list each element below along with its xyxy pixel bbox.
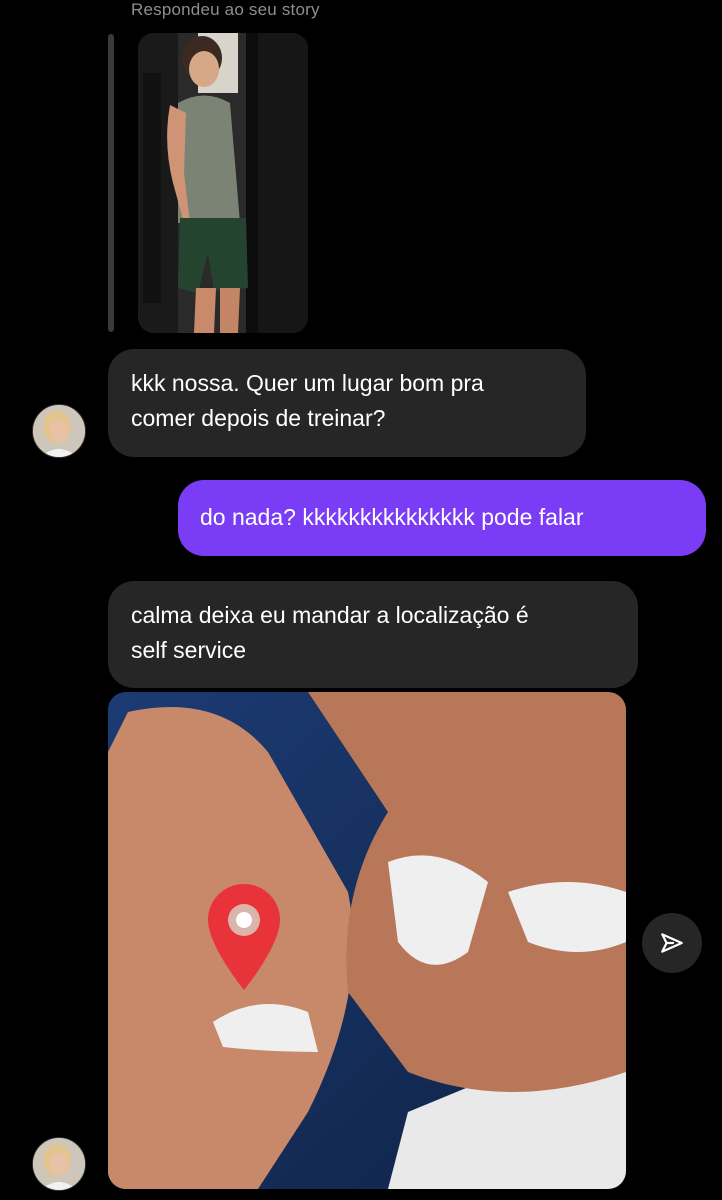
send-icon bbox=[661, 933, 683, 953]
photo-image bbox=[108, 692, 626, 1189]
incoming-message[interactable]: calma deixa eu mandar a localização é se… bbox=[108, 581, 638, 688]
location-pin-icon bbox=[208, 884, 280, 990]
photo-message[interactable] bbox=[108, 692, 626, 1189]
contact-avatar[interactable] bbox=[32, 1137, 86, 1191]
story-reply-label: Respondeu ao seu story bbox=[131, 0, 320, 19]
avatar-image bbox=[33, 1138, 85, 1190]
contact-avatar[interactable] bbox=[32, 404, 86, 458]
message-line: comer depois de treinar? bbox=[131, 405, 386, 431]
incoming-message[interactable]: kkk nossa. Quer um lugar bom pra comer d… bbox=[108, 349, 586, 457]
message-line: calma deixa eu mandar a localização é bbox=[131, 602, 529, 628]
outgoing-message[interactable]: do nada? kkkkkkkkkkkkkkk pode falar bbox=[178, 480, 706, 556]
story-image bbox=[138, 33, 308, 333]
story-thumbnail[interactable] bbox=[138, 33, 308, 333]
message-line: self service bbox=[131, 637, 247, 663]
share-button[interactable] bbox=[642, 913, 702, 973]
avatar-image bbox=[33, 405, 85, 457]
reply-indicator-bar bbox=[108, 34, 114, 332]
message-text: do nada? kkkkkkkkkkkkkkk pode falar bbox=[200, 504, 584, 530]
message-line: kkk nossa. Quer um lugar bom pra bbox=[131, 370, 484, 396]
